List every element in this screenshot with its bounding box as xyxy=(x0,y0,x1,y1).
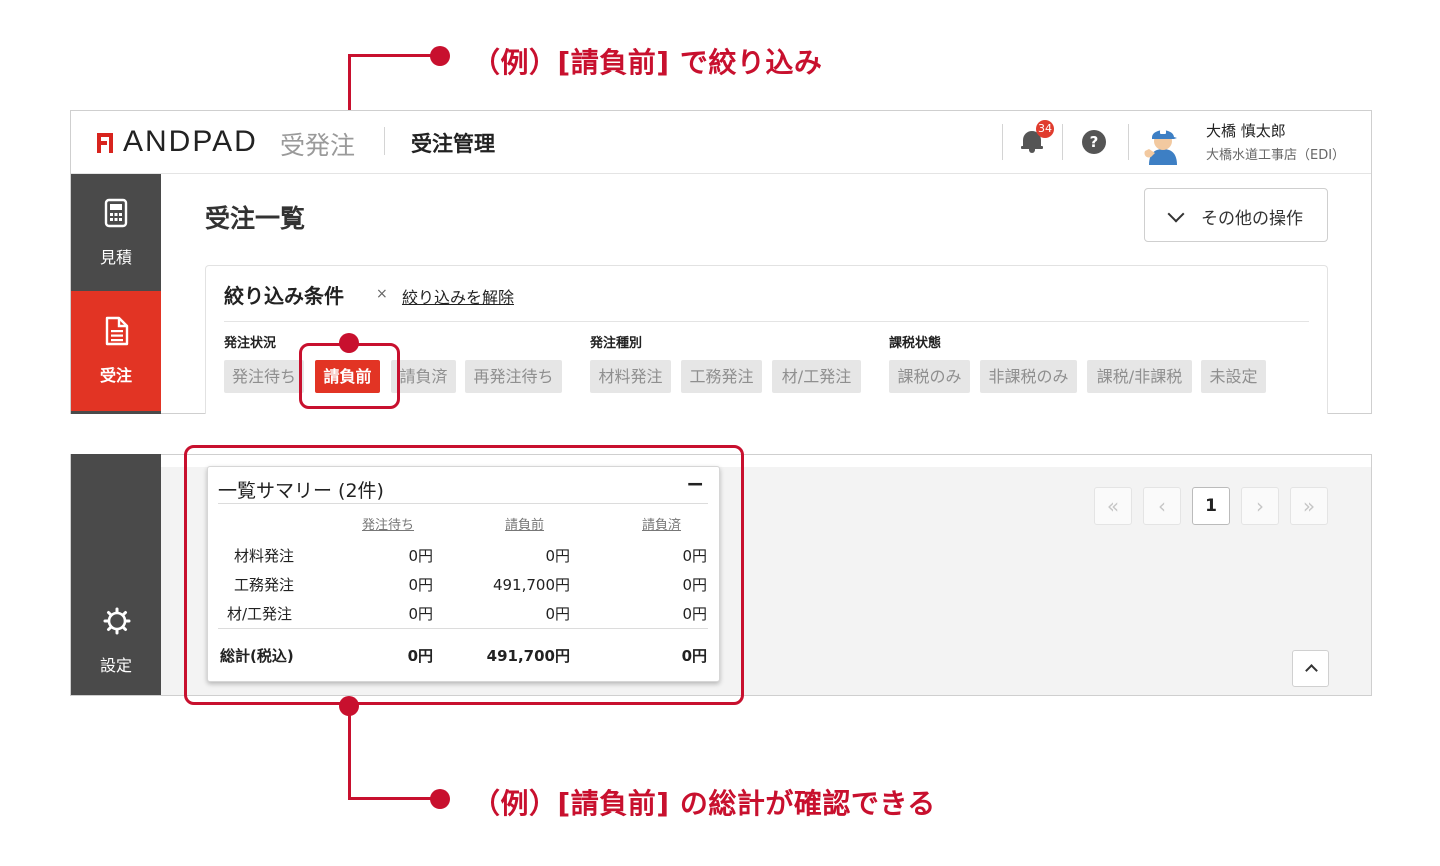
chevron-down-icon xyxy=(1167,205,1185,223)
filter-chip-reorder-pending[interactable]: 再発注待ち xyxy=(465,360,562,393)
scroll-to-top-button[interactable] xyxy=(1292,650,1329,687)
sidebar-item-label: 設定 xyxy=(99,656,132,675)
annotation-line-bottom xyxy=(348,704,351,800)
filter-chip-unset[interactable]: 未設定 xyxy=(1201,360,1266,393)
divider xyxy=(1062,124,1063,160)
filter-chip-non-taxable-only[interactable]: 非課税のみ xyxy=(980,360,1077,393)
divider xyxy=(384,127,385,155)
other-actions-button[interactable]: その他の操作 xyxy=(1144,188,1328,242)
sidebar-item-label: 受注 xyxy=(99,366,132,385)
divider xyxy=(1128,124,1129,160)
document-icon xyxy=(105,316,129,346)
avatar[interactable] xyxy=(1141,121,1185,165)
filter-chip-taxable-only[interactable]: 課税のみ xyxy=(889,360,970,393)
annotation-dot-top-end xyxy=(339,333,359,353)
notification-badge: 34 xyxy=(1036,120,1054,138)
pagination-next-button[interactable]: › xyxy=(1241,487,1279,525)
user-name[interactable]: 大橋 慎太郎 xyxy=(1206,120,1286,141)
other-actions-label: その他の操作 xyxy=(1201,209,1303,229)
divider xyxy=(1002,124,1003,160)
help-icon[interactable]: ? xyxy=(1082,130,1106,154)
andpad-logo-icon xyxy=(97,133,113,153)
calculator-icon xyxy=(104,198,128,228)
annotation-line-bottom-h xyxy=(348,797,440,800)
sidebar-item-estimate[interactable]: 見積 xyxy=(71,173,161,291)
filter-chip-pending-order[interactable]: 発注待ち xyxy=(224,360,304,393)
filter-chip-contracted[interactable]: 請負済 xyxy=(391,360,456,393)
app-title: 受注管理 xyxy=(411,132,495,156)
sidebar-item-label: 見積 xyxy=(99,248,132,267)
filter-group-label-tax-status: 課税状態 xyxy=(889,336,942,351)
filter-title: 絞り込み条件 xyxy=(224,284,344,308)
pagination-page-1[interactable]: 1 xyxy=(1192,487,1230,525)
pagination-prev-button[interactable]: ‹ xyxy=(1143,487,1181,525)
filter-chip-construction-order[interactable]: 工務発注 xyxy=(681,360,762,393)
pagination-first-button[interactable]: « xyxy=(1094,487,1132,525)
annotation-line-top-h xyxy=(348,54,440,57)
filter-chip-material-order[interactable]: 材料発注 xyxy=(590,360,671,393)
annotation-dot-bottom-end xyxy=(430,789,450,809)
user-company: 大橋水道工事店（EDI） xyxy=(1206,148,1346,163)
annotation-text-bottom: （例）[請負前] の総計が確認できる xyxy=(472,787,936,820)
close-icon[interactable]: × xyxy=(376,286,388,302)
brand-logo[interactable]: ANDPAD xyxy=(123,125,258,159)
sidebar-item-orders[interactable]: 受注 xyxy=(71,291,161,411)
filter-chip-material-construction-order[interactable]: 材/工発注 xyxy=(772,360,861,393)
annotation-highlight-summary xyxy=(184,445,744,705)
top-bar: ANDPAD 受発注 受注管理 34 ? 大橋 慎太郎 大橋水道工事店（EDI） xyxy=(71,111,1371,174)
annotation-dot-top-start xyxy=(430,46,450,66)
filter-group-label-order-type: 発注種別 xyxy=(590,336,643,351)
pagination-last-button[interactable]: » xyxy=(1290,487,1328,525)
sidebar-item-settings[interactable]: 設定 xyxy=(71,600,161,695)
gear-icon xyxy=(103,607,131,635)
filter-divider xyxy=(224,321,1309,322)
page-title: 受注一覧 xyxy=(205,204,306,233)
chevron-up-icon xyxy=(1305,664,1318,677)
filter-group-label-order-status: 発注状況 xyxy=(224,336,277,351)
annotation-text-top: （例）[請負前] で絞り込み xyxy=(472,46,823,79)
brand-sub: 受発注 xyxy=(280,131,356,160)
clear-filter-link[interactable]: 絞り込みを解除 xyxy=(402,284,514,308)
filter-chip-taxable-non-taxable[interactable]: 課税/非課税 xyxy=(1087,360,1192,393)
